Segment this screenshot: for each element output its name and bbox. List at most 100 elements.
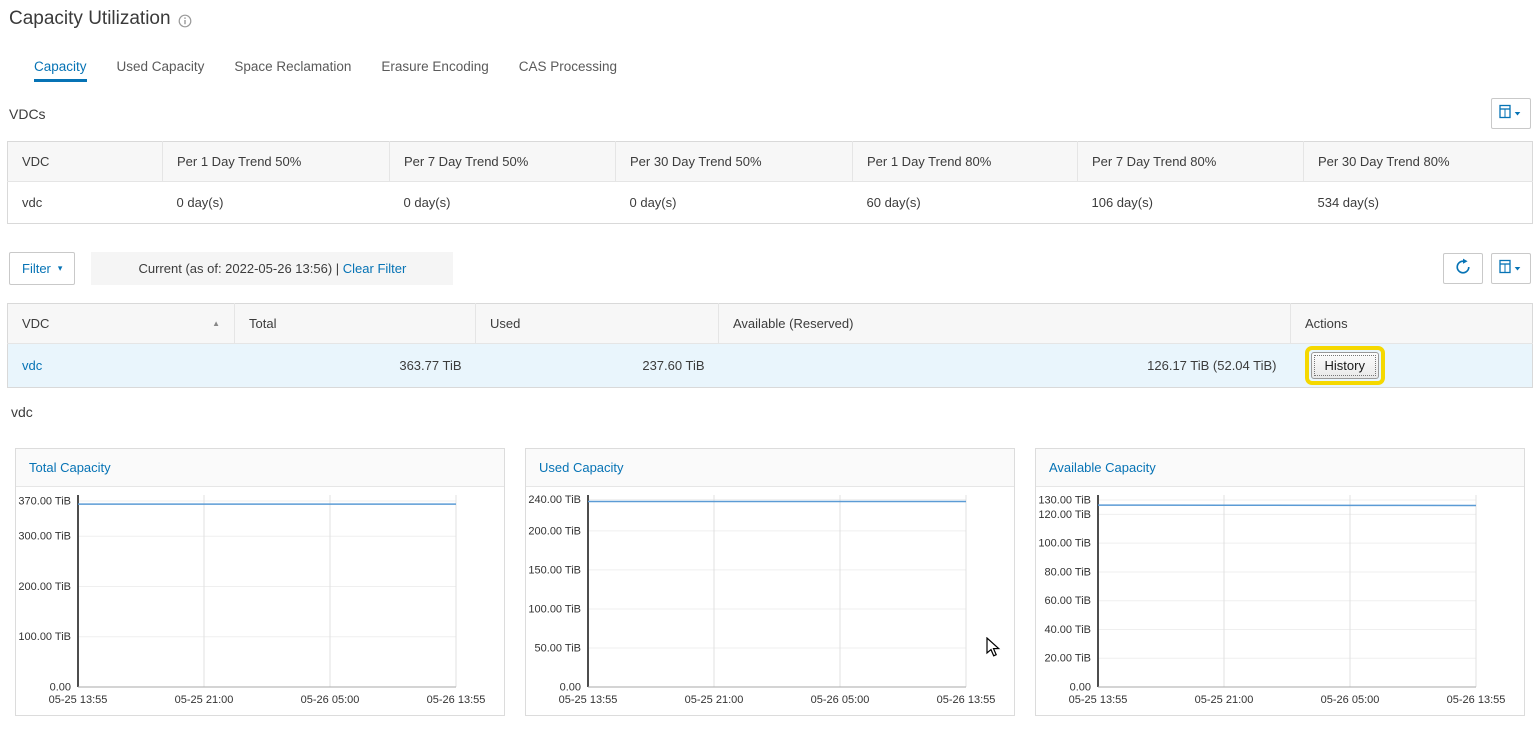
svg-text:370.00 TiB: 370.00 TiB [18, 496, 71, 508]
svg-text:50.00 TiB: 50.00 TiB [535, 642, 581, 654]
export-button-capacity[interactable] [1491, 253, 1531, 284]
tab-cas-processing[interactable]: CAS Processing [519, 50, 617, 82]
trend-cell-7day-80: 106 day(s) [1078, 182, 1304, 224]
svg-text:05-25 21:00: 05-25 21:00 [1195, 694, 1254, 706]
table-row[interactable]: vdc 363.77 TiB 237.60 TiB 126.17 TiB (52… [8, 344, 1533, 388]
capacity-col-actions: Actions [1291, 304, 1533, 344]
svg-text:80.00 TiB: 80.00 TiB [1045, 566, 1091, 578]
tab-erasure-encoding[interactable]: Erasure Encoding [381, 50, 488, 82]
filter-bar: Filter ▾ Current (as of: 2022-05-26 13:5… [7, 252, 1533, 285]
sort-ascending-icon[interactable]: ▲ [212, 319, 220, 328]
svg-text:05-26 05:00: 05-26 05:00 [1321, 694, 1380, 706]
annotation-highlight: History [1305, 346, 1385, 385]
clear-filter-link[interactable]: Clear Filter [343, 261, 407, 276]
tab-capacity[interactable]: Capacity [34, 50, 87, 82]
svg-text:0.00: 0.00 [50, 682, 71, 694]
svg-text:300.00 TiB: 300.00 TiB [18, 531, 71, 543]
svg-text:240.00 TiB: 240.00 TiB [528, 494, 581, 506]
tab-space-reclamation[interactable]: Space Reclamation [234, 50, 351, 82]
svg-text:150.00 TiB: 150.00 TiB [528, 564, 581, 576]
detail-section-title: vdc [11, 404, 1531, 420]
tab-used-capacity[interactable]: Used Capacity [117, 50, 205, 82]
tab-bar: Capacity Used Capacity Space Reclamation… [7, 50, 1533, 82]
svg-text:05-25 13:55: 05-25 13:55 [1069, 694, 1128, 706]
capacity-table-header-row: VDC ▲ Total Used Available (Reserved) Ac… [8, 304, 1533, 344]
svg-text:0.00: 0.00 [560, 682, 581, 694]
export-table-icon [1499, 104, 1523, 123]
refresh-icon [1454, 258, 1472, 279]
vdc-trend-table: VDC Per 1 Day Trend 50% Per 7 Day Trend … [7, 141, 1533, 224]
svg-text:200.00 TiB: 200.00 TiB [18, 581, 71, 593]
filter-status-text: Current (as of: 2022-05-26 13:56) | [138, 261, 339, 276]
svg-text:05-26 13:55: 05-26 13:55 [1447, 694, 1506, 706]
filter-button[interactable]: Filter ▾ [9, 252, 75, 285]
vdcs-section-header: VDCs [7, 98, 1533, 129]
trend-col-1day-80: Per 1 Day Trend 80% [853, 142, 1078, 182]
svg-text:130.00 TiB: 130.00 TiB [1038, 495, 1091, 507]
svg-text:05-26 05:00: 05-26 05:00 [811, 694, 870, 706]
chart-title: Available Capacity [1036, 449, 1524, 487]
svg-text:05-25 13:55: 05-25 13:55 [559, 694, 618, 706]
trend-col-30day-80: Per 30 Day Trend 80% [1304, 142, 1533, 182]
trend-table-header-row: VDC Per 1 Day Trend 50% Per 7 Day Trend … [8, 142, 1533, 182]
svg-text:120.00 TiB: 120.00 TiB [1038, 509, 1091, 521]
available-capacity-panel: Available Capacity 0.0020.00 TiB40.00 Ti… [1035, 448, 1525, 716]
page-header: Capacity Utilization [7, 8, 1533, 30]
used-capacity-panel: Used Capacity 0.00 50.00 TiB 100.00 TiB 150… [525, 448, 1015, 716]
trend-col-vdc: VDC [8, 142, 163, 182]
trend-col-1day-50: Per 1 Day Trend 50% [163, 142, 390, 182]
capacity-cell-available: 126.17 TiB (52.04 TiB) [719, 344, 1291, 388]
table-row: vdc 0 day(s) 0 day(s) 0 day(s) 60 day(s)… [8, 182, 1533, 224]
trend-cell-1day-50: 0 day(s) [163, 182, 390, 224]
capacity-cell-used: 237.60 TiB [476, 344, 719, 388]
capacity-cell-vdc: vdc [8, 344, 235, 388]
capacity-col-total: Total [235, 304, 476, 344]
trend-cell-30day-50: 0 day(s) [616, 182, 853, 224]
capacity-table: VDC ▲ Total Used Available (Reserved) Ac… [7, 303, 1533, 388]
svg-text:0.00: 0.00 [1070, 682, 1091, 694]
svg-text:60.00 TiB: 60.00 TiB [1045, 595, 1091, 607]
info-icon[interactable] [178, 14, 192, 28]
svg-text:20.00 TiB: 20.00 TiB [1045, 653, 1091, 665]
capacity-cell-total: 363.77 TiB [235, 344, 476, 388]
capacity-col-vdc-label: VDC [22, 316, 49, 331]
svg-text:05-26 13:55: 05-26 13:55 [937, 694, 996, 706]
used-capacity-chart: 0.00 50.00 TiB 100.00 TiB 150.00 TiB 200.00 … [526, 487, 1014, 715]
capacity-cell-actions: History [1291, 344, 1533, 388]
total-capacity-chart: 0.00 100.00 TiB 200.00 TiB 300.00 TiB 370.00… [16, 487, 504, 715]
trend-cell-7day-50: 0 day(s) [390, 182, 616, 224]
filter-status: Current (as of: 2022-05-26 13:56) | Clea… [91, 252, 453, 285]
trend-cell-30day-80: 534 day(s) [1304, 182, 1533, 224]
svg-text:200.00 TiB: 200.00 TiB [528, 525, 581, 537]
trend-cell-vdc: vdc [8, 182, 163, 224]
capacity-utilization-page: Capacity Utilization Capacity Used Capac… [0, 0, 1540, 716]
capacity-col-available: Available (Reserved) [719, 304, 1291, 344]
svg-text:100.00 TiB: 100.00 TiB [18, 631, 71, 643]
total-capacity-panel: Total Capacity 0.00 100.00 TiB 200.00 TiB 3… [15, 448, 505, 716]
chart-title: Total Capacity [16, 449, 504, 487]
trend-col-7day-50: Per 7 Day Trend 50% [390, 142, 616, 182]
export-table-icon [1499, 259, 1523, 278]
capacity-col-used: Used [476, 304, 719, 344]
trend-cell-1day-80: 60 day(s) [853, 182, 1078, 224]
svg-text:05-26 13:55: 05-26 13:55 [427, 694, 486, 706]
capacity-col-vdc[interactable]: VDC ▲ [8, 304, 235, 344]
svg-text:05-25 21:00: 05-25 21:00 [175, 694, 234, 706]
trend-col-7day-80: Per 7 Day Trend 80% [1078, 142, 1304, 182]
export-button[interactable] [1491, 98, 1531, 129]
refresh-button[interactable] [1443, 253, 1483, 284]
vdcs-section-title: VDCs [9, 106, 46, 122]
svg-text:100.00 TiB: 100.00 TiB [1038, 538, 1091, 550]
svg-text:05-25 13:55: 05-25 13:55 [49, 694, 108, 706]
chevron-down-icon: ▾ [58, 263, 63, 274]
history-button[interactable]: History [1311, 352, 1379, 379]
svg-text:05-26 05:00: 05-26 05:00 [301, 694, 360, 706]
svg-text:100.00 TiB: 100.00 TiB [528, 603, 581, 615]
svg-text:05-25 21:00: 05-25 21:00 [685, 694, 744, 706]
trend-col-30day-50: Per 30 Day Trend 50% [616, 142, 853, 182]
page-title: Capacity Utilization [9, 8, 171, 30]
available-capacity-chart: 0.0020.00 TiB40.00 TiB60.00 TiB80.00 TiB… [1036, 487, 1524, 715]
vdc-link[interactable]: vdc [22, 358, 42, 373]
chart-title: Used Capacity [526, 449, 1014, 487]
table-toolbar [1443, 253, 1531, 284]
